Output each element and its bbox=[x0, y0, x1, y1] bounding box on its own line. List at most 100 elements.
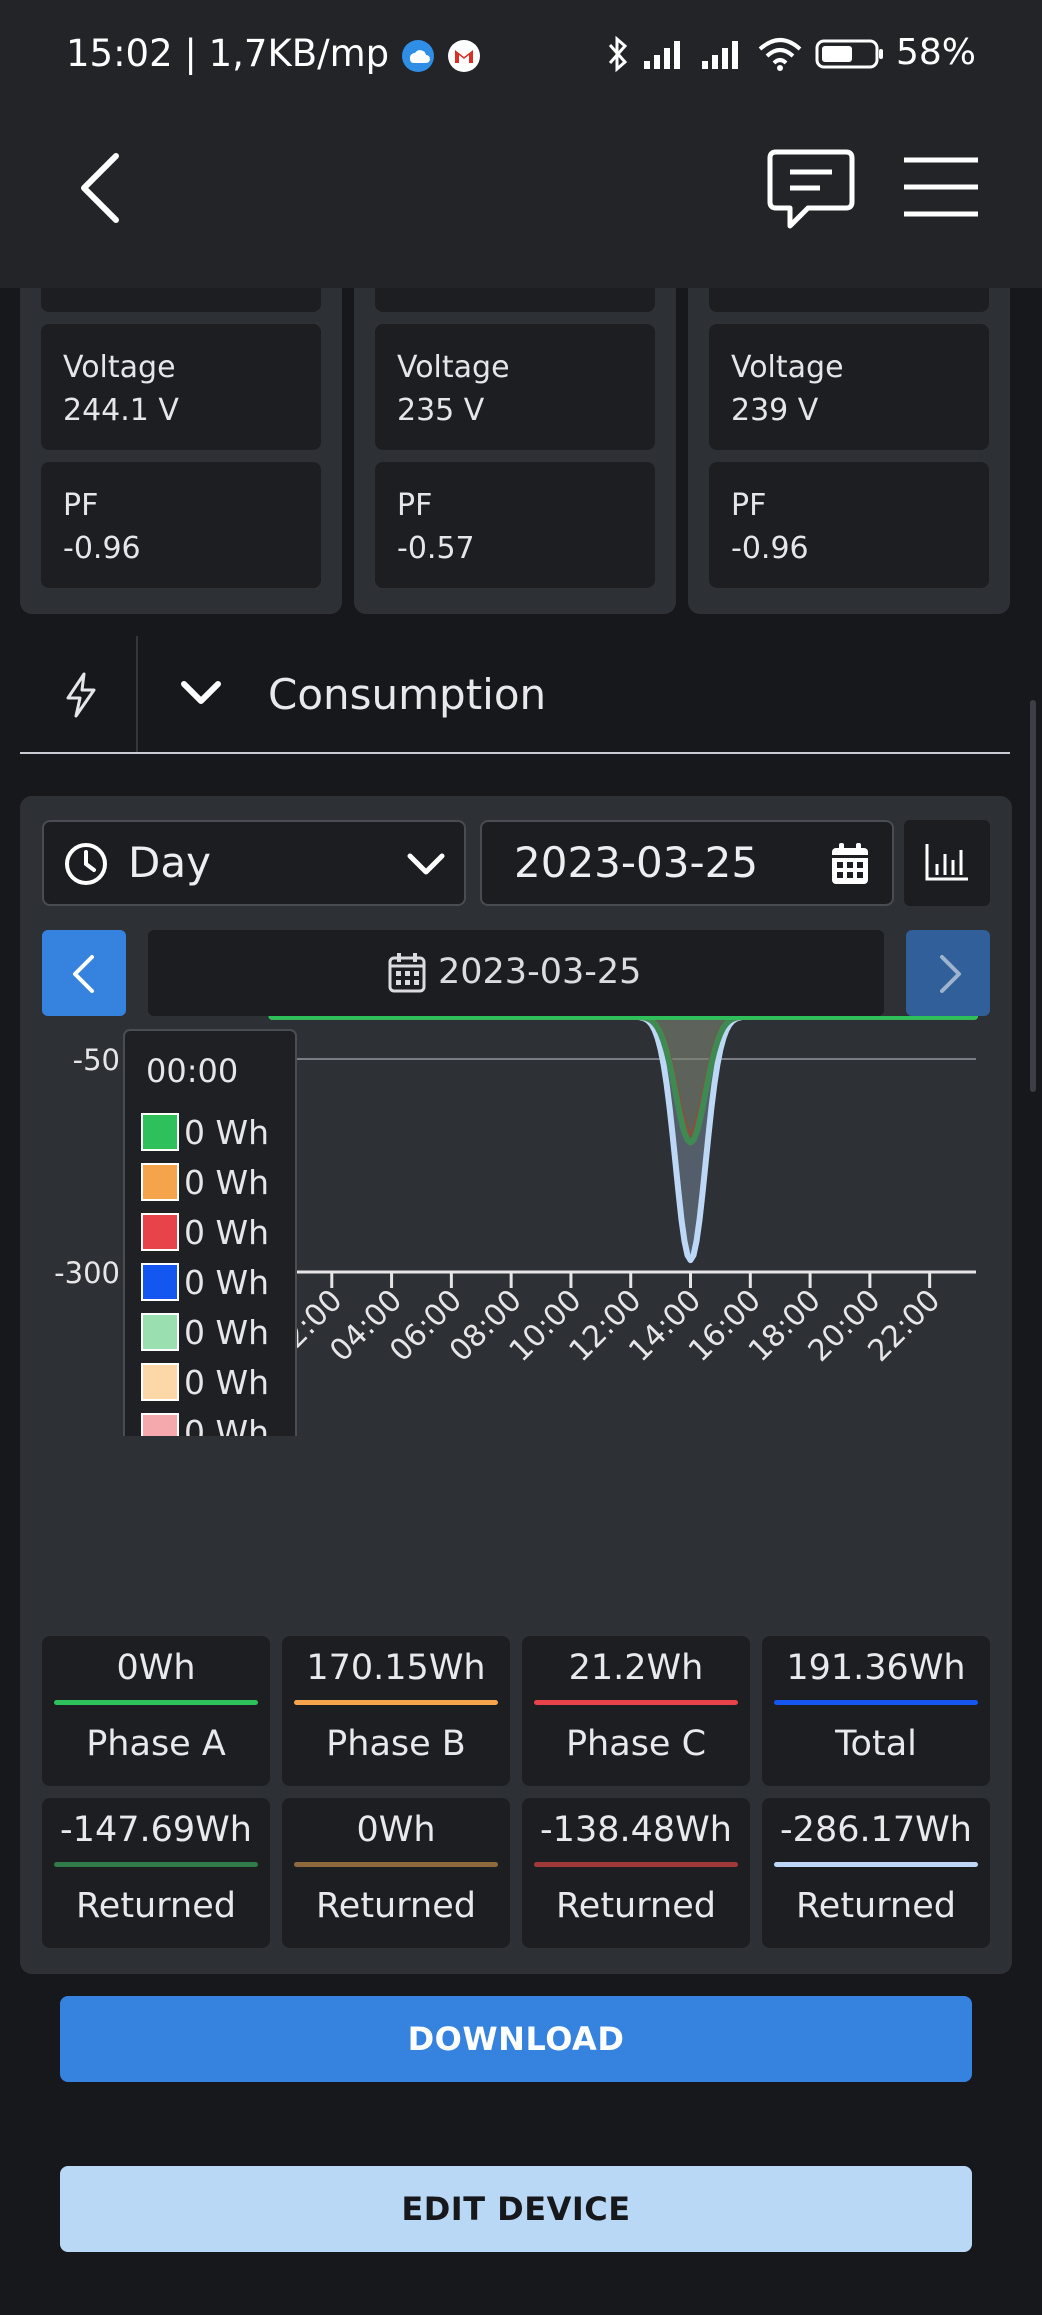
tooltip-swatch bbox=[141, 1163, 179, 1201]
tooltip-value: 0 Wh bbox=[184, 1263, 269, 1302]
stat-label: Phase C bbox=[565, 1724, 707, 1764]
battery-icon bbox=[815, 39, 883, 69]
current-date-text: 2023-03-25 bbox=[438, 952, 642, 992]
cloud-app-icon bbox=[401, 39, 434, 72]
tooltip-time: 00:00 bbox=[146, 1052, 238, 1090]
stat-value: 21.2Wh bbox=[568, 1648, 704, 1688]
stat-card: 170.15Wh Phase B bbox=[282, 1636, 510, 1786]
pf-label: PF bbox=[63, 488, 99, 523]
stat-color-line bbox=[774, 1862, 978, 1867]
stat-value: 0Wh bbox=[356, 1810, 436, 1850]
phase-column-b: Voltage 235 V PF -0.57 bbox=[354, 288, 676, 614]
chevron-down-icon[interactable] bbox=[180, 678, 222, 708]
gmail-icon bbox=[447, 39, 480, 72]
stat-card: -147.69Wh Returned bbox=[42, 1798, 270, 1948]
consumption-title: Consumption bbox=[268, 670, 547, 719]
back-chevron-icon[interactable] bbox=[72, 148, 132, 228]
pf-cell: PF -0.96 bbox=[709, 462, 989, 588]
date-input-value: 2023-03-25 bbox=[514, 838, 759, 887]
voltage-value: 244.1 V bbox=[63, 393, 179, 428]
series-area bbox=[269, 1016, 978, 1146]
y-tick-label: -300 bbox=[54, 1256, 120, 1290]
stat-value: -138.48Wh bbox=[540, 1810, 732, 1850]
stat-value: -286.17Wh bbox=[780, 1810, 972, 1850]
stat-color-line bbox=[534, 1700, 738, 1705]
bar-chart-icon bbox=[925, 844, 968, 881]
stat-value: 191.36Wh bbox=[786, 1648, 966, 1688]
tooltip-swatch bbox=[141, 1313, 179, 1351]
current-date-display[interactable]: 2023-03-25 bbox=[148, 930, 884, 1016]
next-day-button[interactable] bbox=[906, 930, 990, 1016]
pf-cell: PF -0.57 bbox=[375, 462, 655, 588]
series-area bbox=[269, 1016, 978, 1264]
previous-day-button[interactable] bbox=[42, 930, 126, 1016]
stat-color-line bbox=[54, 1862, 258, 1867]
scrollbar[interactable] bbox=[1030, 700, 1036, 1092]
cell-cut bbox=[375, 288, 655, 312]
voltage-label: Voltage bbox=[731, 350, 844, 385]
stat-color-line bbox=[294, 1700, 498, 1705]
cell-cut bbox=[709, 288, 989, 312]
tooltip-swatch bbox=[141, 1263, 179, 1301]
period-select[interactable]: Day bbox=[42, 820, 466, 906]
stat-color-line bbox=[534, 1862, 738, 1867]
app-bar bbox=[0, 88, 1042, 288]
voltage-cell: Voltage 235 V bbox=[375, 324, 655, 450]
voltage-value: 239 V bbox=[731, 393, 819, 428]
tooltip-swatch bbox=[141, 1113, 179, 1151]
tooltip-value: 0 Wh bbox=[184, 1213, 269, 1252]
chart-tooltip: 00:000 Wh0 Wh0 Wh0 Wh0 Wh0 Wh0 Wh0 Wh bbox=[123, 1029, 297, 1436]
tooltip-value: 0 Wh bbox=[184, 1163, 269, 1202]
period-value: Day bbox=[128, 838, 211, 887]
stat-card: 191.36Wh Total bbox=[762, 1636, 990, 1786]
energy-chart[interactable]: 200-50-30025.Mar02:0004:0006:0008:0010:0… bbox=[20, 1016, 1012, 1436]
status-bar: 15:02 | 1,7KB/mp 58% bbox=[0, 0, 1042, 88]
status-right: 58% bbox=[605, 32, 976, 73]
stat-label: Returned bbox=[796, 1886, 956, 1926]
pf-cell: PF -0.96 bbox=[41, 462, 321, 588]
pf-label: PF bbox=[731, 488, 767, 523]
stat-value: 170.15Wh bbox=[306, 1648, 486, 1688]
pf-value: -0.96 bbox=[731, 531, 809, 566]
chat-icon[interactable] bbox=[766, 144, 856, 234]
consumption-header[interactable]: Consumption bbox=[20, 636, 1010, 754]
wifi-icon bbox=[758, 38, 802, 71]
status-time: 15:02 | 1,7KB/mp bbox=[66, 32, 390, 75]
stat-label: Phase A bbox=[86, 1724, 226, 1764]
series-area bbox=[269, 1016, 978, 1137]
chart-type-button[interactable] bbox=[904, 820, 990, 906]
divider bbox=[136, 636, 138, 752]
tooltip-value: 0 Wh bbox=[184, 1113, 269, 1152]
stat-card: -286.17Wh Returned bbox=[762, 1798, 990, 1948]
download-button[interactable]: DOWNLOAD bbox=[60, 1996, 972, 2082]
stat-card: -138.48Wh Returned bbox=[522, 1798, 750, 1948]
stat-color-line bbox=[54, 1700, 258, 1705]
edit-device-button[interactable]: EDIT DEVICE bbox=[60, 2166, 972, 2252]
y-tick-label: -50 bbox=[73, 1043, 120, 1077]
voltage-value: 235 V bbox=[397, 393, 485, 428]
stat-label: Total bbox=[835, 1724, 917, 1764]
signal-icon bbox=[701, 41, 738, 69]
tooltip-value: 0 Wh bbox=[184, 1313, 269, 1352]
calendar-icon bbox=[388, 953, 426, 993]
chevron-down-icon bbox=[407, 853, 445, 875]
status-left: 15:02 | 1,7KB/mp bbox=[66, 32, 481, 75]
tooltip-value: 0 Wh bbox=[184, 1363, 269, 1402]
tooltip-swatch bbox=[141, 1363, 179, 1401]
lightning-icon bbox=[66, 672, 96, 718]
voltage-cell: Voltage 244.1 V bbox=[41, 324, 321, 450]
voltage-label: Voltage bbox=[63, 350, 176, 385]
voltage-label: Voltage bbox=[397, 350, 510, 385]
tooltip-value: 0 Wh bbox=[184, 1413, 269, 1436]
chevron-left-icon bbox=[73, 955, 94, 993]
battery-percent: 58% bbox=[895, 32, 976, 73]
pf-value: -0.96 bbox=[63, 531, 141, 566]
pf-value: -0.57 bbox=[397, 531, 475, 566]
stat-card: 0Wh Phase A bbox=[42, 1636, 270, 1786]
clock-icon bbox=[65, 843, 107, 885]
calendar-icon[interactable] bbox=[830, 842, 870, 886]
menu-icon[interactable] bbox=[902, 154, 980, 220]
date-input[interactable]: 2023-03-25 bbox=[480, 820, 894, 906]
stat-card: 0Wh Returned bbox=[282, 1798, 510, 1948]
stat-color-line bbox=[294, 1862, 498, 1867]
